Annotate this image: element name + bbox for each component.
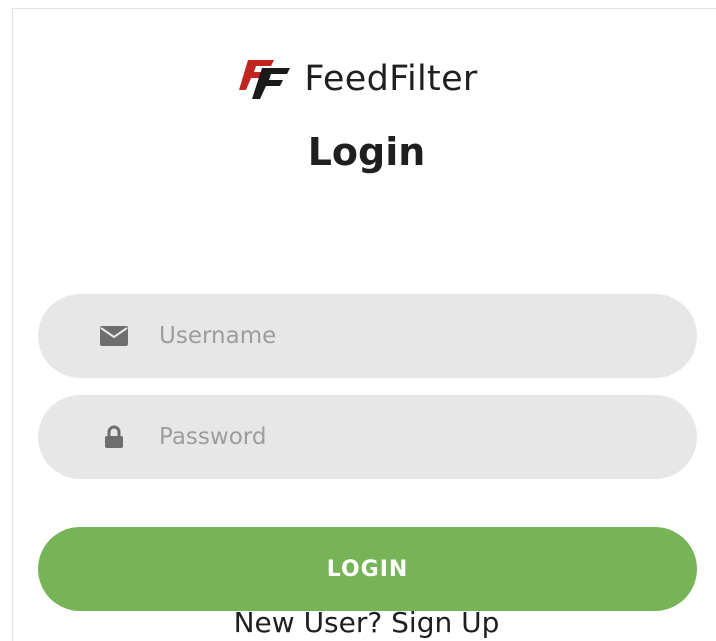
password-input[interactable]: [159, 395, 659, 479]
brand-name: FeedFilter: [304, 58, 478, 99]
signup-link[interactable]: New User? Sign Up: [0, 609, 716, 637]
brand-header: FeedFilter: [0, 58, 716, 100]
envelope-icon: [100, 326, 128, 346]
login-page: FeedFilter Login LOGIN New User? Sign Up: [0, 0, 716, 641]
feedfilter-logo-icon: [239, 60, 291, 99]
lock-icon: [105, 425, 123, 448]
page-title: Login: [307, 130, 426, 174]
password-field[interactable]: [38, 395, 697, 479]
login-button[interactable]: LOGIN: [38, 527, 697, 611]
username-field[interactable]: [38, 294, 697, 378]
username-input[interactable]: [159, 294, 659, 378]
